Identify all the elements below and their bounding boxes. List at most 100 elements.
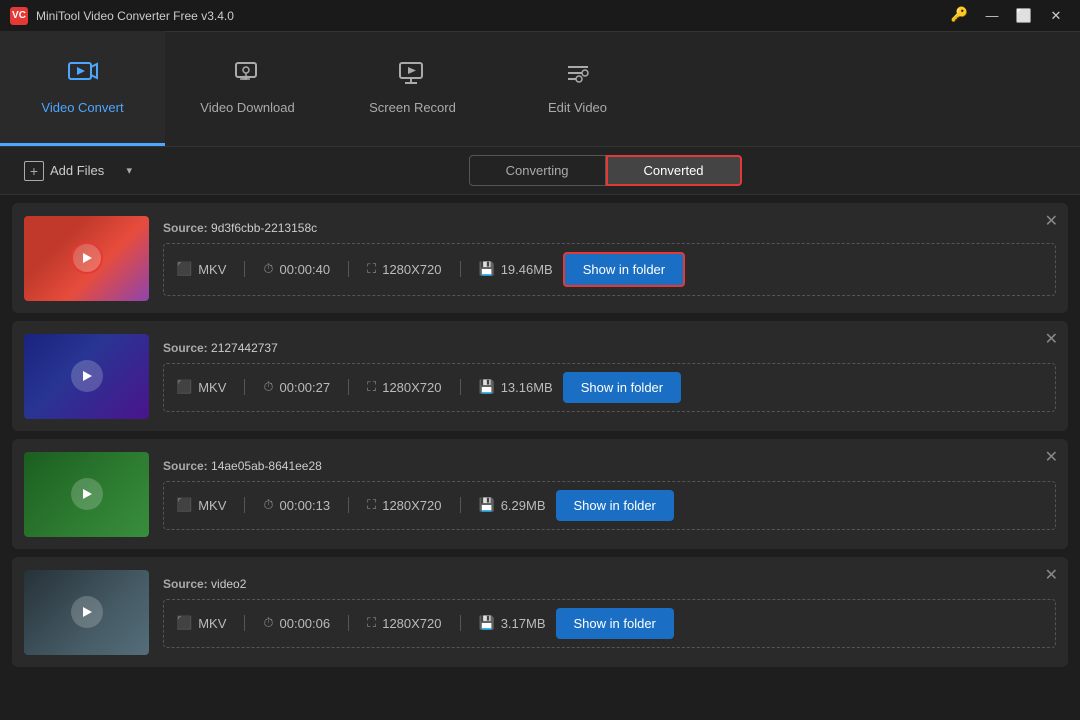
- format-icon-4: ⬛: [176, 615, 192, 631]
- sep3-3: [460, 497, 461, 513]
- video-thumbnail-2: [24, 334, 149, 419]
- nav-label-edit-video: Edit Video: [548, 100, 607, 115]
- nav-item-video-convert[interactable]: Video Convert: [0, 31, 165, 146]
- size-value-3: 6.29MB: [501, 498, 546, 513]
- duration-value-4: 00:00:06: [280, 616, 331, 631]
- sep3-4: [460, 615, 461, 631]
- play-button-1[interactable]: [71, 242, 103, 274]
- nav-item-screen-record[interactable]: Screen Record: [330, 31, 495, 146]
- show-in-folder-button-2[interactable]: Show in folder: [563, 372, 681, 403]
- video-card-4: Source: video2 ⬛ MKV ⏱ 00:00:06 ⛶ 1280X7…: [12, 557, 1068, 667]
- title-bar: VC MiniTool Video Converter Free v3.4.0 …: [0, 0, 1080, 32]
- screen-record-icon: [397, 59, 429, 92]
- video-thumbnail-3: [24, 452, 149, 537]
- format-icon-3: ⬛: [176, 497, 192, 513]
- size-item-3: 💾 6.29MB: [479, 497, 546, 513]
- close-card-button-3[interactable]: ✕: [1045, 447, 1058, 467]
- sep1-1: [244, 261, 245, 277]
- duration-icon-2: ⏱: [263, 379, 273, 395]
- nav-item-video-download[interactable]: Video Download: [165, 31, 330, 146]
- video-convert-icon: [67, 59, 99, 92]
- size-icon-1: 💾: [479, 261, 495, 277]
- card-info-3: Source: 14ae05ab-8641ee28 ⬛ MKV ⏱ 00:00:…: [163, 459, 1056, 530]
- size-icon-3: 💾: [479, 497, 495, 513]
- maximize-button[interactable]: ⬜: [1010, 6, 1038, 26]
- nav-label-video-convert: Video Convert: [41, 100, 123, 115]
- resolution-item-3: ⛶ 1280X720: [367, 497, 441, 513]
- resolution-item-2: ⛶ 1280X720: [367, 379, 441, 395]
- sep2-2: [348, 379, 349, 395]
- add-files-button[interactable]: + Add Files: [16, 157, 112, 185]
- add-files-dropdown-button[interactable]: ▾: [120, 162, 138, 180]
- size-item-1: 💾 19.46MB: [479, 261, 553, 277]
- close-card-button-4[interactable]: ✕: [1045, 565, 1058, 585]
- format-item-4: ⬛ MKV: [176, 615, 226, 631]
- card-meta-1: ⬛ MKV ⏱ 00:00:40 ⛶ 1280X720 💾 19.46MB: [163, 243, 1056, 296]
- video-card-1: Source: 9d3f6cbb-2213158c ⬛ MKV ⏱ 00:00:…: [12, 203, 1068, 313]
- play-button-3[interactable]: [71, 478, 103, 510]
- duration-icon-1: ⏱: [263, 261, 273, 277]
- show-in-folder-button-3[interactable]: Show in folder: [556, 490, 674, 521]
- show-in-folder-button-1[interactable]: Show in folder: [563, 252, 685, 287]
- close-button[interactable]: ✕: [1042, 6, 1070, 26]
- card-source-2: Source: 2127442737: [163, 341, 1056, 355]
- close-card-button-1[interactable]: ✕: [1045, 211, 1058, 231]
- resolution-item-4: ⛶ 1280X720: [367, 615, 441, 631]
- duration-item-2: ⏱ 00:00:27: [263, 379, 330, 395]
- card-source-4: Source: video2: [163, 577, 1056, 591]
- toolbar: + Add Files ▾ Converting Converted: [0, 147, 1080, 195]
- format-icon-2: ⬛: [176, 379, 192, 395]
- app-title: MiniTool Video Converter Free v3.4.0: [36, 9, 951, 23]
- app-logo: VC: [10, 7, 28, 25]
- nav-label-screen-record: Screen Record: [369, 100, 456, 115]
- card-meta-3: ⬛ MKV ⏱ 00:00:13 ⛶ 1280X720 💾 6.29MB: [163, 481, 1056, 530]
- size-item-2: 💾 13.16MB: [479, 379, 553, 395]
- video-thumbnail-1: [24, 216, 149, 301]
- size-value-1: 19.46MB: [501, 262, 553, 277]
- resolution-value-1: 1280X720: [382, 262, 441, 277]
- tab-converted[interactable]: Converted: [606, 155, 742, 186]
- resolution-value-3: 1280X720: [382, 498, 441, 513]
- add-files-label: Add Files: [50, 163, 104, 178]
- format-item-2: ⬛ MKV: [176, 379, 226, 395]
- format-value-4: MKV: [198, 616, 226, 631]
- video-card-2: Source: 2127442737 ⬛ MKV ⏱ 00:00:27 ⛶ 12…: [12, 321, 1068, 431]
- edit-video-icon: [562, 59, 594, 92]
- sep3-1: [460, 261, 461, 277]
- duration-icon-4: ⏱: [263, 615, 273, 631]
- close-card-button-2[interactable]: ✕: [1045, 329, 1058, 349]
- play-button-4[interactable]: [71, 596, 103, 628]
- format-item-1: ⬛ MKV: [176, 261, 226, 277]
- format-value-2: MKV: [198, 380, 226, 395]
- card-meta-4: ⬛ MKV ⏱ 00:00:06 ⛶ 1280X720 💾 3.17MB: [163, 599, 1056, 648]
- sep2-1: [348, 261, 349, 277]
- size-icon-4: 💾: [479, 615, 495, 631]
- video-thumbnail-4: [24, 570, 149, 655]
- duration-item-1: ⏱ 00:00:40: [263, 261, 330, 277]
- nav-item-edit-video[interactable]: Edit Video: [495, 31, 660, 146]
- sep1-2: [244, 379, 245, 395]
- content-area: Source: 9d3f6cbb-2213158c ⬛ MKV ⏱ 00:00:…: [0, 195, 1080, 720]
- resolution-item-1: ⛶ 1280X720: [367, 261, 441, 277]
- add-files-plus-icon: +: [24, 161, 44, 181]
- format-value-1: MKV: [198, 262, 226, 277]
- duration-value-3: 00:00:13: [280, 498, 331, 513]
- sep1-4: [244, 615, 245, 631]
- size-value-2: 13.16MB: [501, 380, 553, 395]
- show-in-folder-button-4[interactable]: Show in folder: [556, 608, 674, 639]
- sep3-2: [460, 379, 461, 395]
- minimize-button[interactable]: —: [978, 6, 1006, 26]
- sep2-3: [348, 497, 349, 513]
- video-card-3: Source: 14ae05ab-8641ee28 ⬛ MKV ⏱ 00:00:…: [12, 439, 1068, 549]
- duration-item-4: ⏱ 00:00:06: [263, 615, 330, 631]
- tab-converting[interactable]: Converting: [469, 155, 606, 186]
- resolution-icon-4: ⛶: [367, 615, 376, 631]
- duration-icon-3: ⏱: [263, 497, 273, 513]
- resolution-value-4: 1280X720: [382, 616, 441, 631]
- play-button-2[interactable]: [71, 360, 103, 392]
- card-info-2: Source: 2127442737 ⬛ MKV ⏱ 00:00:27 ⛶ 12…: [163, 341, 1056, 412]
- size-value-4: 3.17MB: [501, 616, 546, 631]
- resolution-icon-3: ⛶: [367, 497, 376, 513]
- format-item-3: ⬛ MKV: [176, 497, 226, 513]
- window-controls: 🔑 — ⬜ ✕: [951, 6, 1070, 26]
